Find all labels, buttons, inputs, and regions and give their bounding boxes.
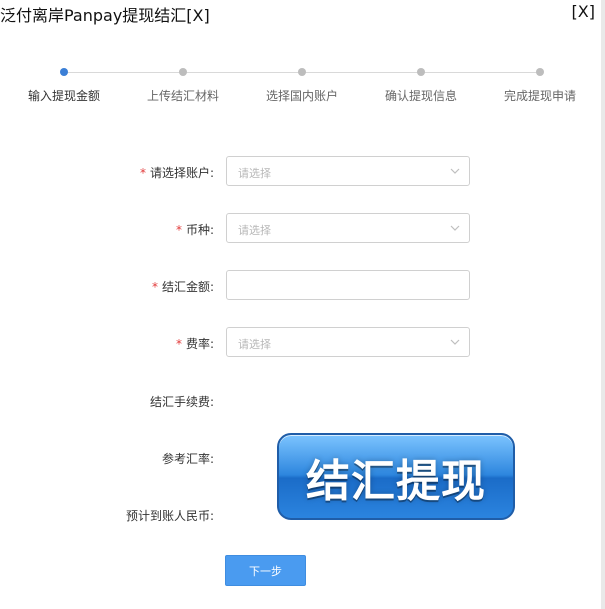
step-dot-5	[536, 68, 544, 76]
form-row-amount: * 结汇金额:	[0, 270, 600, 302]
rate-select[interactable]: 请选择	[226, 327, 470, 357]
exchange-rate-label: 参考汇率:	[161, 452, 214, 466]
step-label-3: 选择国内账户	[265, 89, 339, 103]
form-row-account: * 请选择账户: 请选择	[0, 156, 600, 188]
rate-select-placeholder: 请选择	[238, 338, 271, 351]
info-row-fee: 结汇手续费:	[0, 393, 600, 413]
step-dot-1	[60, 68, 68, 76]
form-row-rate: * 费率: 请选择	[0, 327, 600, 359]
step-label-1: 输入提现金额	[27, 89, 101, 103]
window-close-button[interactable]: [X]	[572, 2, 595, 21]
currency-label: * 币种:	[175, 223, 214, 237]
required-mark: *	[151, 280, 158, 294]
step-dot-4	[417, 68, 425, 76]
account-select-placeholder: 请选择	[238, 167, 271, 180]
step-label-5: 完成提现申请	[503, 89, 577, 103]
fee-label: 结汇手续费:	[149, 395, 214, 409]
required-mark: *	[175, 223, 182, 237]
chevron-down-icon	[450, 168, 460, 174]
window-title: 泛付离岸Panpay提现结汇[X]	[0, 6, 210, 25]
amount-label: * 结汇金额:	[151, 280, 214, 294]
required-mark: *	[139, 166, 146, 180]
step-dot-2	[179, 68, 187, 76]
step-dot-3	[298, 68, 306, 76]
promo-badge-text: 结汇提现	[306, 455, 486, 507]
window-titlebar: 泛付离岸Panpay提现结汇[X] [X]	[0, 0, 605, 28]
rate-label: * 费率:	[175, 337, 214, 351]
chevron-down-icon	[450, 225, 460, 231]
currency-select-placeholder: 请选择	[238, 224, 271, 237]
account-label: * 请选择账户:	[139, 166, 214, 180]
form-row-currency: * 币种: 请选择	[0, 213, 600, 245]
currency-select[interactable]: 请选择	[226, 213, 470, 243]
required-mark: *	[175, 337, 182, 351]
estimated-rmb-label: 预计到账人民币:	[125, 509, 214, 523]
account-select[interactable]: 请选择	[226, 156, 470, 186]
progress-steps: 输入提现金额 上传结汇材料 选择国内账户 确认提现信息 完成提现申请	[0, 60, 600, 120]
window-right-border	[601, 0, 605, 609]
promo-badge: 结汇提现	[277, 433, 515, 520]
next-step-button[interactable]: 下一步	[225, 555, 306, 586]
amount-input[interactable]	[226, 270, 470, 300]
chevron-down-icon	[450, 339, 460, 345]
step-label-4: 确认提现信息	[384, 89, 458, 103]
step-label-2: 上传结汇材料	[146, 89, 220, 103]
